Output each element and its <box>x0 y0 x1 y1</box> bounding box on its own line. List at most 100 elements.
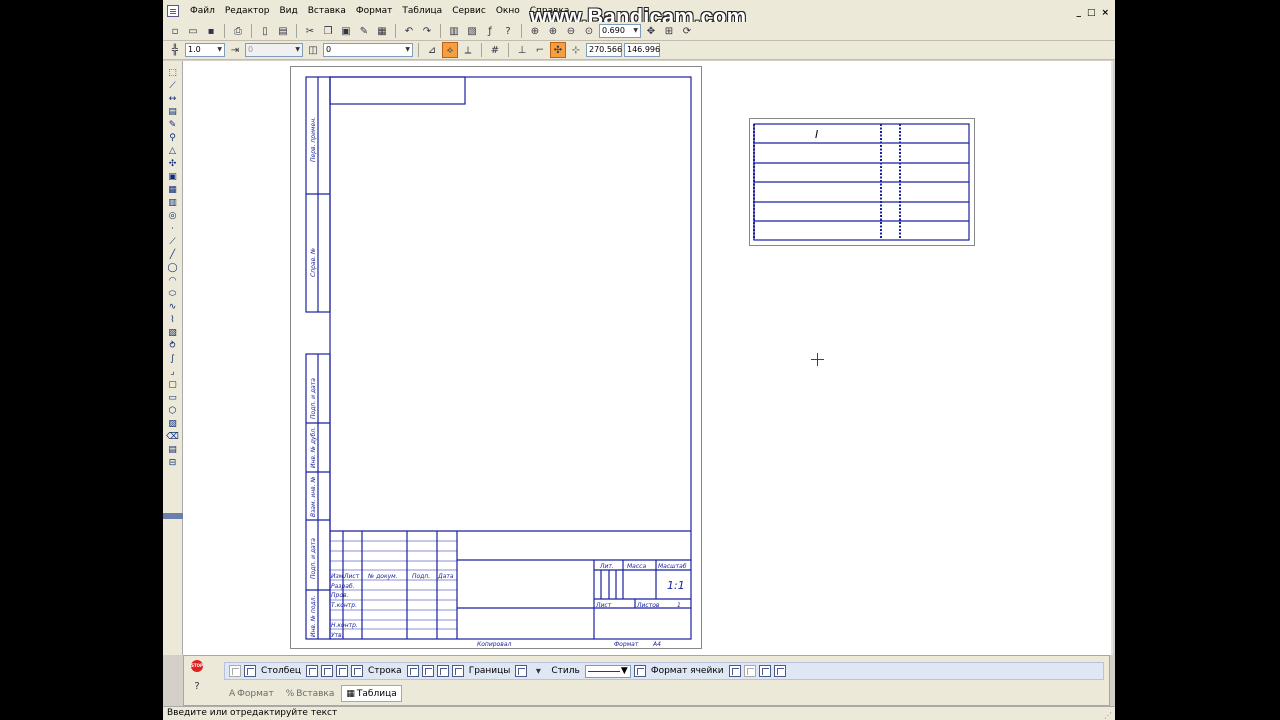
menu-window[interactable]: Окно <box>491 6 525 16</box>
menu-insert[interactable]: Вставка <box>303 6 351 16</box>
eraser-icon[interactable]: ⌫ <box>166 431 180 443</box>
polyline-icon[interactable]: ⌇ <box>166 314 180 326</box>
round-icon[interactable]: ⌐ <box>532 42 548 58</box>
assoc-views-icon[interactable]: ▣ <box>166 171 180 183</box>
insert-icon[interactable]: ◎ <box>166 210 180 222</box>
zoom-in-icon[interactable]: ⊕ <box>545 23 561 39</box>
line-style-select[interactable]: ▼ <box>584 664 631 678</box>
help-pointer-icon[interactable]: ? <box>500 23 516 39</box>
dimensions-icon[interactable]: ↔ <box>166 93 180 105</box>
print-icon[interactable]: ⎙ <box>230 23 246 39</box>
split-cells-icon[interactable] <box>743 665 756 677</box>
table-select-icon[interactable] <box>229 665 241 677</box>
geometry-icon[interactable]: ⟋ <box>166 80 180 92</box>
column-after-icon[interactable] <box>336 665 348 677</box>
step-icon[interactable]: ⇥ <box>227 42 243 58</box>
layer-icon[interactable]: ◫ <box>305 42 321 58</box>
menu-format[interactable]: Формат <box>351 6 398 16</box>
local-cs-icon[interactable]: ⊿ <box>424 42 440 58</box>
redo-icon[interactable]: ↷ <box>419 23 435 39</box>
measure-icon[interactable]: △ <box>166 145 180 157</box>
spec-icon[interactable]: ▦ <box>166 184 180 196</box>
tree-icon[interactable]: ▥ <box>446 23 462 39</box>
arc-icon[interactable]: ◠ <box>166 275 180 287</box>
close-button[interactable]: × <box>1101 8 1109 18</box>
point-icon[interactable]: · <box>166 223 180 235</box>
reports-icon[interactable]: ▥ <box>166 197 180 209</box>
parametrization-icon[interactable]: ⚲ <box>166 132 180 144</box>
table-object[interactable]: I <box>749 118 975 246</box>
tab-format[interactable]: A Формат <box>224 685 279 702</box>
document-icon[interactable] <box>167 5 179 17</box>
zoom-scale-field[interactable]: 0.690 ▼ <box>599 24 641 38</box>
properties-icon[interactable]: ▦ <box>374 23 390 39</box>
hatch-icon[interactable]: ▧ <box>166 327 180 339</box>
row-above-icon[interactable] <box>421 665 434 677</box>
snap-icon[interactable]: ⟡ <box>442 42 458 58</box>
column-before-icon[interactable] <box>321 665 333 677</box>
coord-y-field[interactable]: 146.996 <box>624 43 660 57</box>
new-document-icon[interactable]: ▫ <box>167 23 183 39</box>
cursor-snap-icon[interactable]: ✣ <box>550 42 566 58</box>
cell-format-icon[interactable] <box>633 665 646 677</box>
panel-scroll-indicator[interactable] <box>163 513 183 519</box>
copy-icon[interactable]: ❐ <box>320 23 336 39</box>
show-all-icon[interactable]: ⊞ <box>661 23 677 39</box>
save-icon[interactable]: ▪ <box>203 23 219 39</box>
tab-insert[interactable]: % Вставка <box>281 685 340 702</box>
library-icon[interactable]: ▧ <box>464 23 480 39</box>
drawing-canvas[interactable]: Перв. примен. Справ. № Подп. и дата Инв.… <box>183 61 1113 655</box>
tab-table[interactable]: ▦ Таблица <box>341 685 402 702</box>
select-icon[interactable]: ⬚ <box>166 67 180 79</box>
chevron-down-icon[interactable]: ▾ <box>530 663 546 679</box>
line-style-icon[interactable]: ╬ <box>167 42 183 58</box>
circle-icon[interactable]: ◯ <box>166 262 180 274</box>
preview-icon[interactable]: ▯ <box>257 23 273 39</box>
delete-column-icon[interactable] <box>351 665 363 677</box>
fill-icon[interactable]: ▨ <box>166 418 180 430</box>
paste-icon[interactable]: ▣ <box>338 23 354 39</box>
contour-icon[interactable]: ⥁ <box>166 340 180 352</box>
stop-icon[interactable]: STOP <box>191 660 203 672</box>
macro-icon[interactable]: ▤ <box>166 444 180 456</box>
line-scale-field[interactable]: 1.0 ▼ <box>185 43 225 57</box>
borders-icon[interactable] <box>515 665 528 677</box>
insert-row-icon[interactable] <box>406 665 419 677</box>
select-tools-icon[interactable]: ✣ <box>166 158 180 170</box>
menu-service[interactable]: Сервис <box>447 6 491 16</box>
table-to-text-icon[interactable] <box>773 665 786 677</box>
cell-align-icon[interactable] <box>758 665 771 677</box>
grid-icon[interactable]: # <box>487 42 503 58</box>
polygon-icon[interactable]: ⬡ <box>166 405 180 417</box>
aux-line-icon[interactable]: ⟋ <box>166 236 180 248</box>
zoom-icon[interactable]: ⊙ <box>581 23 597 39</box>
ellipse-icon[interactable]: ⬭ <box>166 288 180 300</box>
insert-column-icon[interactable] <box>306 665 318 677</box>
segment-icon[interactable]: ╱ <box>166 249 180 261</box>
cut-icon[interactable]: ✂ <box>302 23 318 39</box>
menu-view[interactable]: Вид <box>274 6 302 16</box>
refresh-icon[interactable]: ⟳ <box>679 23 695 39</box>
minimize-button[interactable]: _ <box>1076 8 1081 18</box>
manager-icon[interactable]: ▤ <box>275 23 291 39</box>
table-grid-icon[interactable] <box>244 665 256 677</box>
rectangle-icon[interactable]: ▭ <box>166 392 180 404</box>
zoom-window-icon[interactable]: ⊕ <box>527 23 543 39</box>
layer-field[interactable]: 0 ▼ <box>323 43 413 57</box>
edit-icon[interactable]: ✎ <box>166 119 180 131</box>
menu-editor[interactable]: Редактор <box>220 6 275 16</box>
ortho-icon[interactable]: ⟂ <box>460 42 476 58</box>
undo-icon[interactable]: ↶ <box>401 23 417 39</box>
spline-icon[interactable]: ∿ <box>166 301 180 313</box>
pan-icon[interactable]: ✥ <box>643 23 659 39</box>
rounded-rect-icon[interactable]: ▢ <box>166 379 180 391</box>
menu-table[interactable]: Таблица <box>397 6 447 16</box>
delete-row-icon[interactable] <box>451 665 464 677</box>
help-icon[interactable]: ? <box>189 678 205 694</box>
open-icon[interactable]: ▭ <box>185 23 201 39</box>
menu-file[interactable]: Файл <box>185 6 220 16</box>
zoom-out-icon[interactable]: ⊖ <box>563 23 579 39</box>
designations-icon[interactable]: ▤ <box>166 106 180 118</box>
restore-button[interactable]: □ <box>1087 8 1096 18</box>
resize-grip-icon[interactable]: ⋰ <box>1104 709 1112 720</box>
